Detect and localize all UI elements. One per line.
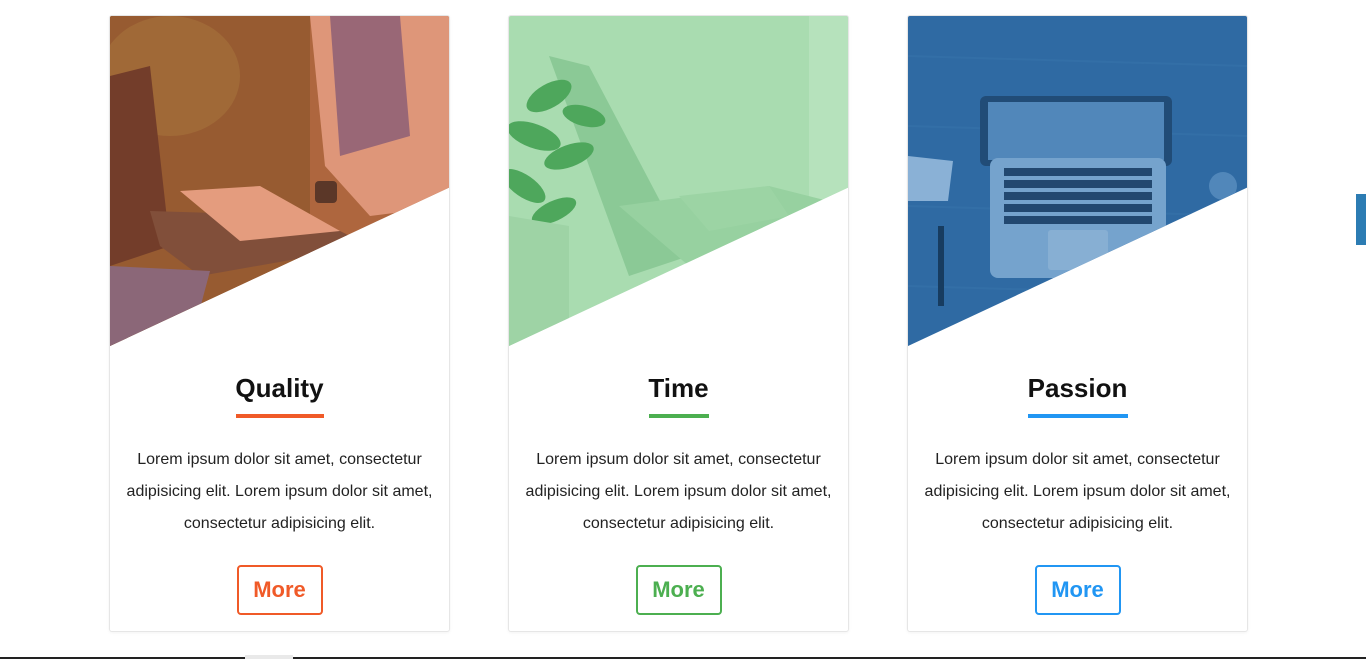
- card-image-quality: [110, 16, 449, 346]
- image-tint-overlay: [908, 16, 1247, 346]
- card-description: Lorem ipsum dolor sit amet, consectetur …: [126, 451, 433, 532]
- side-scroll-tab[interactable]: [1356, 194, 1366, 245]
- more-button[interactable]: More: [236, 565, 323, 615]
- card-passion: Passion Lorem ipsum dolor sit amet, cons…: [907, 15, 1248, 632]
- card-image-time: [509, 16, 848, 346]
- title-underline: [648, 414, 709, 418]
- image-tint-overlay: [509, 16, 848, 346]
- more-button[interactable]: More: [1034, 565, 1121, 615]
- card-quality: Quality Lorem ipsum dolor sit amet, cons…: [109, 15, 450, 632]
- card-description: Lorem ipsum dolor sit amet, consectetur …: [924, 451, 1231, 532]
- page: Quality Lorem ipsum dolor sit amet, cons…: [0, 0, 1366, 659]
- card-title: Time: [648, 373, 709, 403]
- image-tint-overlay: [110, 16, 449, 346]
- card-description: Lorem ipsum dolor sit amet, consectetur …: [525, 451, 832, 532]
- more-button[interactable]: More: [635, 565, 722, 615]
- card-image-passion: [908, 16, 1247, 346]
- title-underline: [1027, 414, 1128, 418]
- card-time: Time Lorem ipsum dolor sit amet, consect…: [508, 15, 849, 632]
- bottom-tab-indicator: [245, 655, 293, 659]
- card-title: Passion: [1027, 373, 1128, 403]
- title-underline: [235, 414, 324, 418]
- card-title: Quality: [235, 373, 324, 403]
